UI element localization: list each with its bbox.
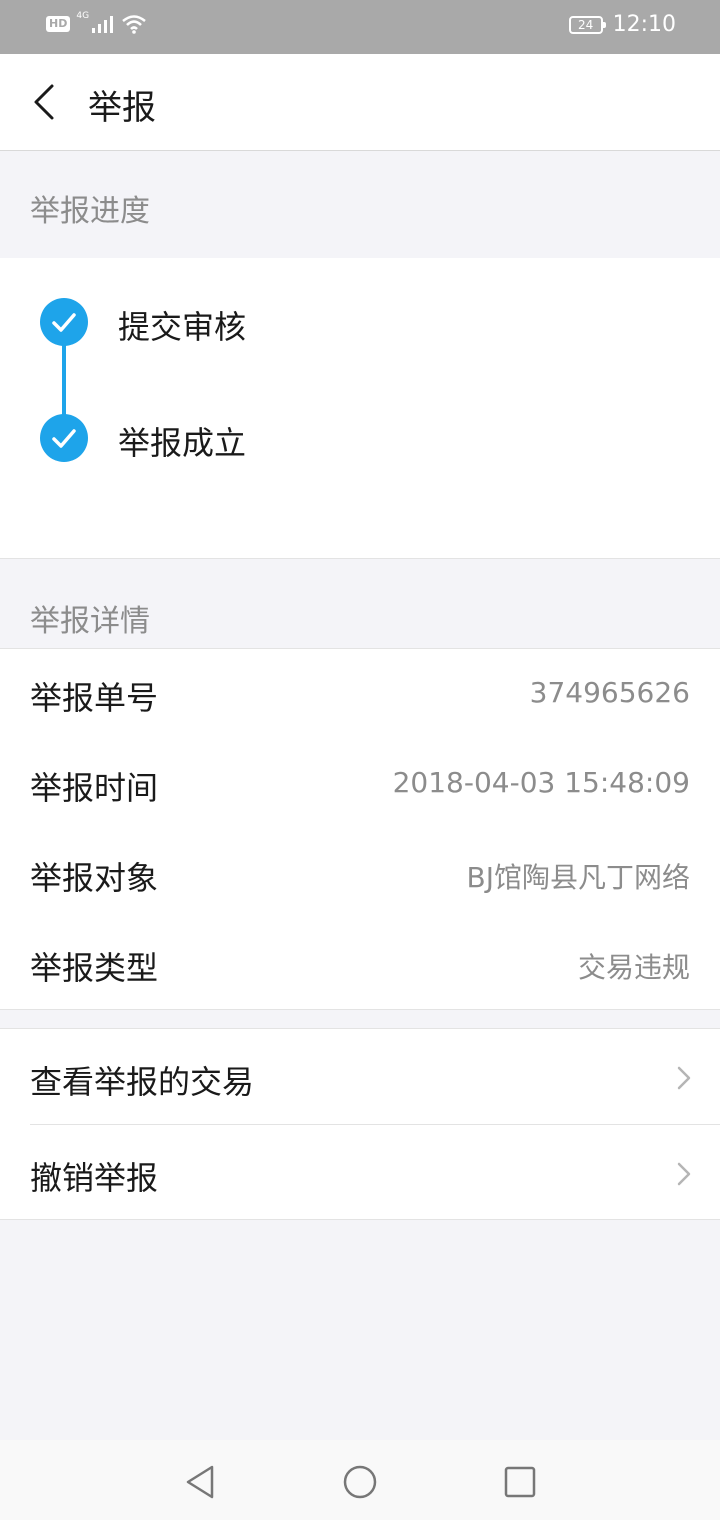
withdraw-report-button[interactable]: 撤销举报 <box>0 1125 720 1220</box>
nav-recents-button[interactable] <box>500 1462 540 1502</box>
chevron-right-icon <box>677 1066 691 1090</box>
detail-key: 举报时间 <box>30 769 159 807</box>
detail-value: 交易违规 <box>577 951 690 984</box>
details-section-title: 举报详情 <box>30 604 150 639</box>
wifi-icon <box>122 15 146 34</box>
details-card: 举报单号 374965626 举报时间 2018-04-03 15:48:09 … <box>0 648 720 1010</box>
detail-key: 举报单号 <box>30 679 159 717</box>
detail-value: 2018-04-03 15:48:09 <box>392 766 690 799</box>
battery-level: 24 <box>577 17 594 32</box>
back-button[interactable] <box>26 80 66 124</box>
detail-key: 举报对象 <box>30 859 159 897</box>
action-label: 查看举报的交易 <box>30 1063 255 1101</box>
check-icon <box>52 313 76 332</box>
clock: 12:10 <box>612 12 676 37</box>
detail-value: 374965626 <box>529 676 690 709</box>
nav-back-icon <box>186 1465 214 1499</box>
action-label: 撤销举报 <box>30 1159 159 1197</box>
step-check-icon <box>40 414 88 462</box>
nav-recents-icon <box>504 1466 536 1498</box>
back-arrow-icon <box>34 84 54 120</box>
step-label-submit: 提交审核 <box>118 308 247 346</box>
progress-card: 提交审核 举报成立 <box>0 258 720 559</box>
nav-back-button[interactable] <box>180 1462 220 1502</box>
step-check-icon <box>40 298 88 346</box>
chevron-right-icon <box>677 1162 691 1186</box>
detail-value: BJ馆陶县凡丁网络 <box>466 861 690 894</box>
detail-key: 举报类型 <box>30 949 159 987</box>
signal-icon <box>92 16 114 33</box>
progress-section-title: 举报进度 <box>30 194 150 229</box>
detail-row-report-type: 举报类型 交易违规 <box>0 919 720 1009</box>
status-bar: HD 4G 24 12:10 <box>0 0 720 54</box>
nav-home-button[interactable] <box>340 1462 380 1502</box>
status-right: 24 12:10 <box>568 12 676 37</box>
battery-icon: 24 <box>568 15 606 34</box>
header: 举报 <box>0 54 720 151</box>
check-icon <box>52 429 76 448</box>
detail-row-report-id: 举报单号 374965626 <box>0 649 720 739</box>
hd-badge: HD <box>46 16 71 32</box>
detail-row-report-time: 举报时间 2018-04-03 15:48:09 <box>0 739 720 829</box>
detail-row-report-target: 举报对象 BJ馆陶县凡丁网络 <box>0 829 720 919</box>
page-title: 举报 <box>88 88 156 128</box>
actions-card: 查看举报的交易 撤销举报 <box>0 1028 720 1220</box>
network-type: 4G <box>76 11 90 21</box>
status-left: HD 4G <box>46 11 147 34</box>
system-nav-bar <box>0 1440 720 1520</box>
view-reported-transaction-button[interactable]: 查看举报的交易 <box>0 1029 720 1125</box>
nav-home-icon <box>343 1465 377 1499</box>
step-label-established: 举报成立 <box>118 424 247 462</box>
